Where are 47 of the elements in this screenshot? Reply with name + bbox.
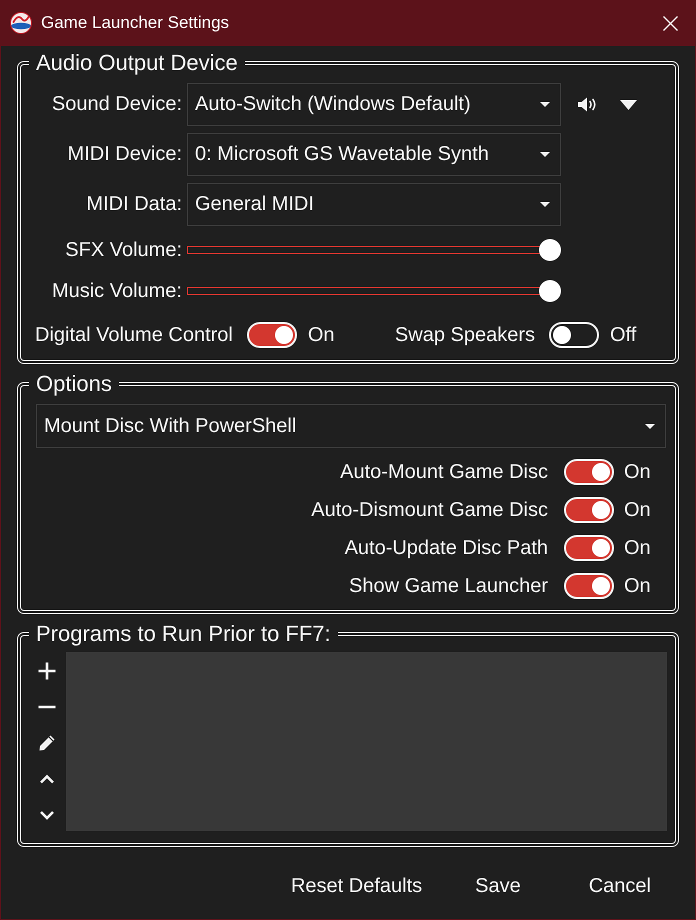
field-label: MIDI Data: — [85, 193, 182, 216]
dropdown[interactable]: 0: Microsoft GS Wavetable Synth — [187, 133, 561, 176]
switch-label: Swap Speakers — [394, 324, 535, 346]
toggle-switch[interactable] — [564, 535, 614, 561]
field-label: Music Volume: — [50, 280, 182, 302]
window-title: Game Launcher Settings — [41, 13, 230, 33]
slider-track[interactable] — [187, 239, 561, 261]
caret-icon — [540, 152, 550, 157]
field-label: Sound Device: — [50, 93, 182, 116]
caret-icon — [540, 202, 550, 207]
toggle-switch[interactable] — [564, 459, 614, 485]
switch-state: On — [624, 574, 652, 598]
switch-state: On — [624, 536, 652, 560]
toggle-switch[interactable] — [549, 322, 599, 348]
slider-track[interactable] — [187, 280, 561, 302]
switch-label: Show Game Launcher — [348, 574, 548, 598]
switch-label: Auto-Dismount Game Disc — [310, 498, 548, 522]
switch-state: On — [308, 324, 336, 346]
logo-icon — [10, 12, 32, 34]
switch-label: Auto-Mount Game Disc — [339, 460, 548, 484]
slider-thumb[interactable] — [539, 280, 561, 302]
field-label: SFX Volume: — [64, 238, 182, 262]
dropdown[interactable]: Auto-Switch (Windows Default) — [187, 83, 561, 126]
switch-label: Digital Volume Control — [35, 324, 233, 346]
switch-state: On — [624, 460, 652, 484]
switch-state: Off — [610, 324, 638, 346]
switch-state: On — [624, 498, 652, 522]
group-title: Programs to Run Prior to FF7: — [35, 622, 332, 646]
plus-icon[interactable] — [37, 661, 57, 681]
cancel-button[interactable]: Cancel — [580, 868, 659, 904]
switch-label: Auto-Update Disc Path — [344, 536, 548, 560]
toggle-switch[interactable] — [564, 497, 614, 523]
toggle-switch[interactable] — [564, 573, 614, 599]
save-button[interactable]: Save — [467, 868, 529, 904]
close-icon[interactable] — [663, 16, 678, 30]
group-title: Options — [35, 372, 113, 396]
caret-icon[interactable] — [620, 100, 637, 110]
field-label: MIDI Device: — [66, 143, 182, 166]
caret-icon — [645, 424, 655, 428]
caret-icon — [540, 102, 550, 107]
reset-defaults-button[interactable]: Reset Defaults — [282, 868, 430, 904]
slider-thumb[interactable] — [539, 239, 561, 261]
group-title: Audio Output Device — [35, 51, 239, 75]
dropdown[interactable]: General MIDI — [187, 183, 561, 226]
pencil-icon[interactable] — [37, 733, 57, 753]
dropdown[interactable]: Mount Disc With PowerShell — [36, 404, 666, 448]
toggle-switch[interactable] — [246, 322, 297, 348]
